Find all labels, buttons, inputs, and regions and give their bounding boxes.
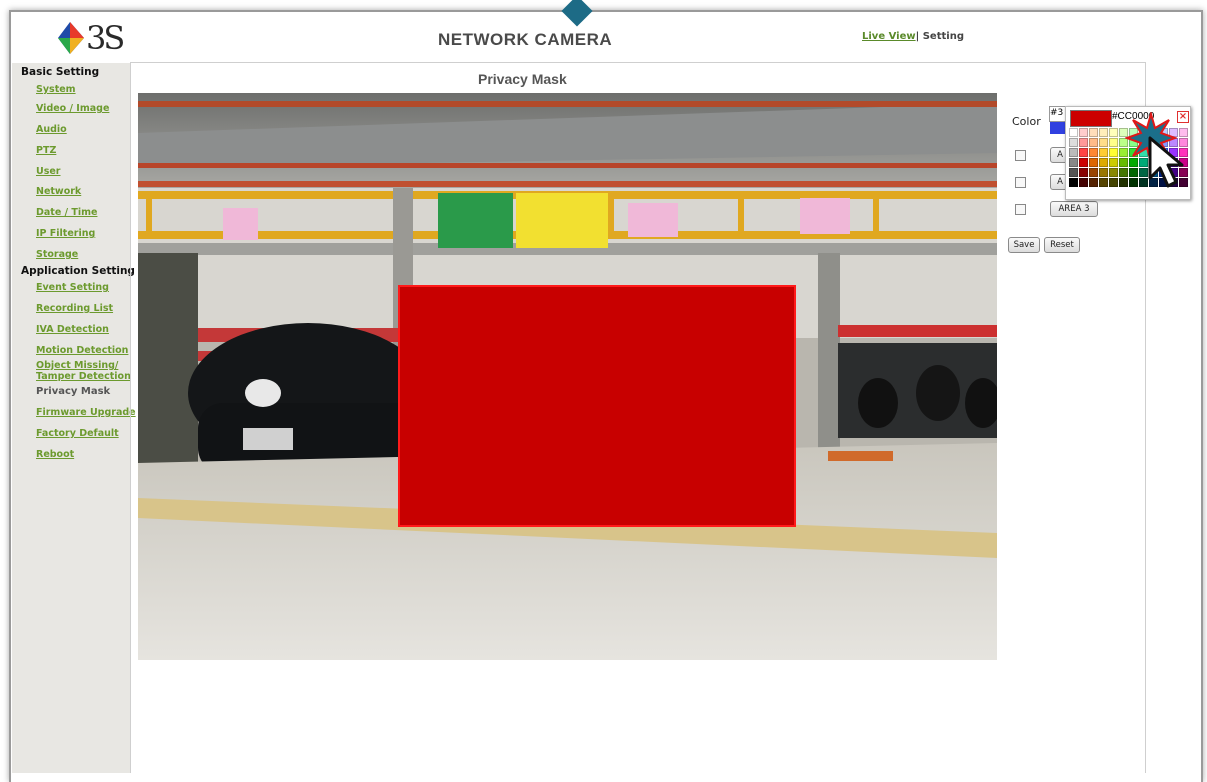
- color-swatch-cell[interactable]: [1079, 148, 1088, 157]
- sidebar-item-tamper-detection[interactable]: Tamper Detection: [36, 372, 131, 382]
- area3-checkbox[interactable]: [1015, 204, 1026, 215]
- top-marker: [561, 0, 593, 27]
- color-swatch-cell[interactable]: [1069, 148, 1078, 157]
- sidebar-item-network[interactable]: Network: [36, 187, 81, 197]
- app-title: NETWORK CAMERA: [438, 30, 613, 49]
- setting-label: Setting: [922, 31, 964, 42]
- sidebar-item-object-missing[interactable]: Object Missing/: [36, 361, 118, 371]
- color-swatch-cell[interactable]: [1079, 138, 1088, 147]
- color-swatch-cell[interactable]: [1099, 128, 1108, 137]
- color-swatch-cell[interactable]: [1079, 128, 1088, 137]
- color-swatch-cell[interactable]: [1089, 158, 1098, 167]
- sidebar-item-system[interactable]: System: [36, 85, 76, 95]
- color-swatch-cell[interactable]: [1109, 148, 1118, 157]
- sidebar-item-event-setting[interactable]: Event Setting: [36, 283, 109, 293]
- sidebar-item-ptz[interactable]: PTZ: [36, 146, 56, 156]
- color-swatch-cell[interactable]: [1099, 148, 1108, 157]
- sidebar: [12, 63, 130, 773]
- sidebar-item-reboot[interactable]: Reboot: [36, 450, 74, 460]
- application-setting-heading: Application Setting: [21, 265, 135, 277]
- sidebar-item-iva-detection[interactable]: IVA Detection: [36, 325, 109, 335]
- privacy-mask-area[interactable]: [398, 285, 796, 527]
- color-swatch[interactable]: [1050, 122, 1066, 134]
- sidebar-item-firmware-upgrade[interactable]: Firmware Upgrade: [36, 408, 136, 418]
- color-swatch-cell[interactable]: [1089, 138, 1098, 147]
- selected-color-preview: [1070, 110, 1112, 127]
- color-swatch-cell[interactable]: [1099, 168, 1108, 177]
- sidebar-item-storage[interactable]: Storage: [36, 250, 78, 260]
- color-swatch-cell[interactable]: [1079, 158, 1088, 167]
- sidebar-item-date-time[interactable]: Date / Time: [36, 208, 97, 218]
- color-swatch-cell[interactable]: [1099, 178, 1108, 187]
- camera-live-view[interactable]: [138, 93, 997, 660]
- close-x-icon[interactable]: ×: [1177, 111, 1189, 123]
- page-title: Privacy Mask: [478, 71, 567, 87]
- color-swatch-cell[interactable]: [1089, 148, 1098, 157]
- area1-checkbox[interactable]: [1015, 150, 1026, 161]
- color-swatch-cell[interactable]: [1129, 178, 1138, 187]
- color-swatch-cell[interactable]: [1089, 168, 1098, 177]
- mouse-pointer-icon: [1148, 136, 1184, 188]
- save-button[interactable]: Save: [1008, 237, 1040, 253]
- color-swatch-cell[interactable]: [1089, 128, 1098, 137]
- sidebar-item-motion-detection[interactable]: Motion Detection: [36, 346, 128, 356]
- color-swatch-cell[interactable]: [1119, 168, 1128, 177]
- color-swatch-cell[interactable]: [1079, 178, 1088, 187]
- color-swatch-cell[interactable]: [1109, 168, 1118, 177]
- color-swatch-cell[interactable]: [1109, 158, 1118, 167]
- color-swatch-cell[interactable]: [1069, 178, 1078, 187]
- color-swatch-cell[interactable]: [1069, 158, 1078, 167]
- color-swatch-cell[interactable]: [1109, 138, 1118, 147]
- color-swatch-cell[interactable]: [1069, 168, 1078, 177]
- sidebar-item-recording-list[interactable]: Recording List: [36, 304, 113, 314]
- color-swatch-cell[interactable]: [1079, 168, 1088, 177]
- color-swatch-cell[interactable]: [1129, 168, 1138, 177]
- logo-text: 3S: [86, 19, 125, 57]
- color-swatch-cell[interactable]: [1089, 178, 1098, 187]
- sidebar-item-user[interactable]: User: [36, 167, 61, 177]
- sidebar-item-ip-filtering[interactable]: IP Filtering: [36, 229, 95, 239]
- top-nav: Live View| Setting: [862, 31, 964, 42]
- sidebar-item-video-image[interactable]: Video / Image: [36, 104, 109, 114]
- color-swatch-cell[interactable]: [1069, 138, 1078, 147]
- color-swatch-cell[interactable]: [1109, 128, 1118, 137]
- color-swatch-cell[interactable]: [1119, 178, 1128, 187]
- nav-separator: |: [915, 31, 920, 42]
- color-swatch-cell[interactable]: [1099, 158, 1108, 167]
- live-view-link[interactable]: Live View: [862, 31, 916, 42]
- sidebar-item-factory-default[interactable]: Factory Default: [36, 429, 119, 439]
- area3-button[interactable]: AREA 3: [1050, 201, 1098, 217]
- color-label: Color: [1012, 115, 1041, 128]
- color-swatch-cell[interactable]: [1109, 178, 1118, 187]
- 3s-logo-icon: [58, 22, 84, 54]
- basic-setting-heading: Basic Setting: [21, 66, 100, 78]
- color-swatch-cell[interactable]: [1069, 128, 1078, 137]
- color-swatch-cell[interactable]: [1099, 138, 1108, 147]
- sidebar-item-audio[interactable]: Audio: [36, 125, 67, 135]
- reset-button[interactable]: Reset: [1044, 237, 1080, 253]
- area2-checkbox[interactable]: [1015, 177, 1026, 188]
- sidebar-item-privacy-mask[interactable]: Privacy Mask: [36, 386, 110, 397]
